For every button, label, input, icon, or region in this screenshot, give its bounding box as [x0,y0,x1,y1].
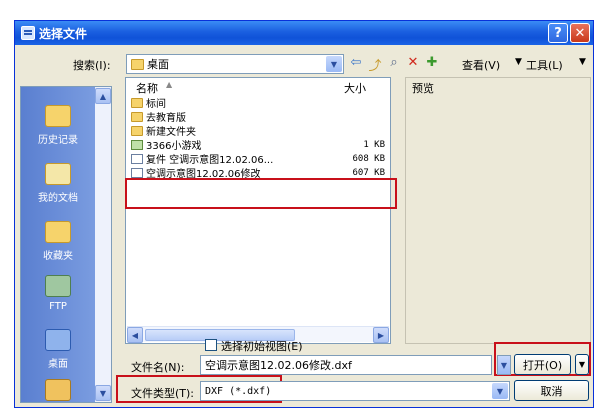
places-bar: 历史记录 我的文档 收藏夹 FTP 桌面 ▲ ▼ [20,86,112,403]
list-item[interactable]: 3366小游戏 1 KB [131,138,385,152]
file-name: 去教育版 [146,113,186,124]
up-folder-icon[interactable]: ⤴ [367,55,383,74]
initial-view-label: 选择初始视图(E) [221,340,303,353]
file-name: 标间 [146,99,166,110]
filetype-value: DXF (*.dxf) [205,385,272,397]
history-icon [45,105,71,127]
open-button[interactable]: 打开(O) [514,354,571,375]
close-button[interactable]: ✕ [570,23,590,43]
location-combo[interactable]: 桌面 ▼ [126,54,344,74]
preview-pane: 预览 [405,77,591,344]
list-item[interactable]: 复件 空调示意图12.02.06... 608 KB [131,152,385,166]
filetype-select[interactable]: DXF (*.dxf) ▼ [200,381,510,401]
new-folder-icon[interactable]: ✚ [424,55,440,70]
places-scroll-up-icon[interactable]: ▲ [95,88,111,104]
place-my-documents[interactable]: 我的文档 [21,163,95,204]
list-item[interactable]: 去教育版 [131,110,385,124]
ftp-icon [45,275,71,297]
filename-input[interactable]: 空调示意图12.02.06修改.dxf [200,355,492,375]
preview-label: 预览 [412,82,434,95]
location-folder-icon [131,58,144,70]
buzzsaw-icon [45,379,71,401]
filetype-dropdown-icon[interactable]: ▼ [492,383,508,399]
list-item[interactable]: 新建文件夹 [131,124,385,138]
places-scroll-down-icon[interactable]: ▼ [95,385,111,401]
place-favorites[interactable]: 收藏夹 [21,221,95,262]
place-history[interactable]: 历史记录 [21,105,95,146]
places-scrollbar[interactable]: ▲ ▼ [95,87,111,402]
place-buzzsaw[interactable] [21,379,95,405]
place-desktop-label: 桌面 [48,359,68,370]
column-name[interactable]: 名称 [136,80,158,95]
open-options-icon[interactable]: ▼ [575,354,589,375]
location-value: 桌面 [147,58,169,71]
sort-ascending-icon: ▲ [166,80,173,89]
cancel-button[interactable]: 取消 [514,380,589,401]
place-ftp[interactable]: FTP [21,275,95,312]
my-documents-icon [45,163,71,185]
search-in-label: 搜索(I): [73,59,111,72]
selected-file-highlight [125,178,397,209]
file-size: 608 KB [352,153,385,164]
filename-dropdown-icon[interactable]: ▼ [497,355,511,375]
file-size: 1 KB [363,139,385,150]
desktop-icon [45,329,71,351]
location-dropdown-icon[interactable]: ▼ [326,56,342,72]
file-name: 3366小游戏 [146,141,202,152]
shortcut-icon [131,139,143,150]
file-name: 复件 空调示意图12.02.06... [146,155,274,166]
dialog-title: 选择文件 [39,26,88,41]
place-history-label: 历史记录 [38,135,78,146]
folder-icon [131,97,143,108]
column-size[interactable]: 大小 [344,80,366,95]
dxf-file-icon [131,167,143,178]
file-size: 607 KB [352,167,385,178]
list-item[interactable]: 标间 [131,96,385,110]
delete-icon[interactable]: ✕ [405,55,421,70]
file-list[interactable]: 名称 ▲ 大小 标间 去教育版 新建文件夹 3366小游戏 1 KB 复件 空调… [125,77,391,344]
search-web-icon[interactable]: ⌕ [386,55,402,70]
place-desktop[interactable]: 桌面 [21,329,95,370]
tools-dropdown-icon[interactable]: ▼ [579,57,586,67]
folder-icon [131,125,143,136]
dialog-app-icon [21,26,35,40]
initial-view-checkbox[interactable] [205,339,217,351]
scroll-left-icon[interactable]: ◀ [127,327,143,343]
place-my-documents-label: 我的文档 [38,193,78,204]
help-button[interactable]: ? [548,23,568,43]
folder-icon [131,111,143,122]
filename-value: 空调示意图12.02.06修改.dxf [205,359,352,372]
favorites-icon [45,221,71,243]
views-dropdown-icon[interactable]: ▼ [515,57,522,67]
dxf-file-icon [131,153,143,164]
select-file-dialog: 选择文件 ? ✕ 搜索(I): 桌面 ▼ ⇦ ⤴ ⌕ ✕ ✚ 查看(V) ▼ 工… [14,20,594,408]
place-favorites-label: 收藏夹 [43,251,73,262]
file-name: 新建文件夹 [146,127,196,138]
title-bar[interactable]: 选择文件 ? ✕ [15,21,593,45]
tools-menu[interactable]: 工具(L) [526,57,563,73]
filename-label: 文件名(N): [131,361,185,374]
place-ftp-label: FTP [49,301,67,312]
scroll-right-icon[interactable]: ▶ [373,327,389,343]
back-arrow-icon[interactable]: ⇦ [348,55,364,70]
views-menu[interactable]: 查看(V) [462,57,500,73]
